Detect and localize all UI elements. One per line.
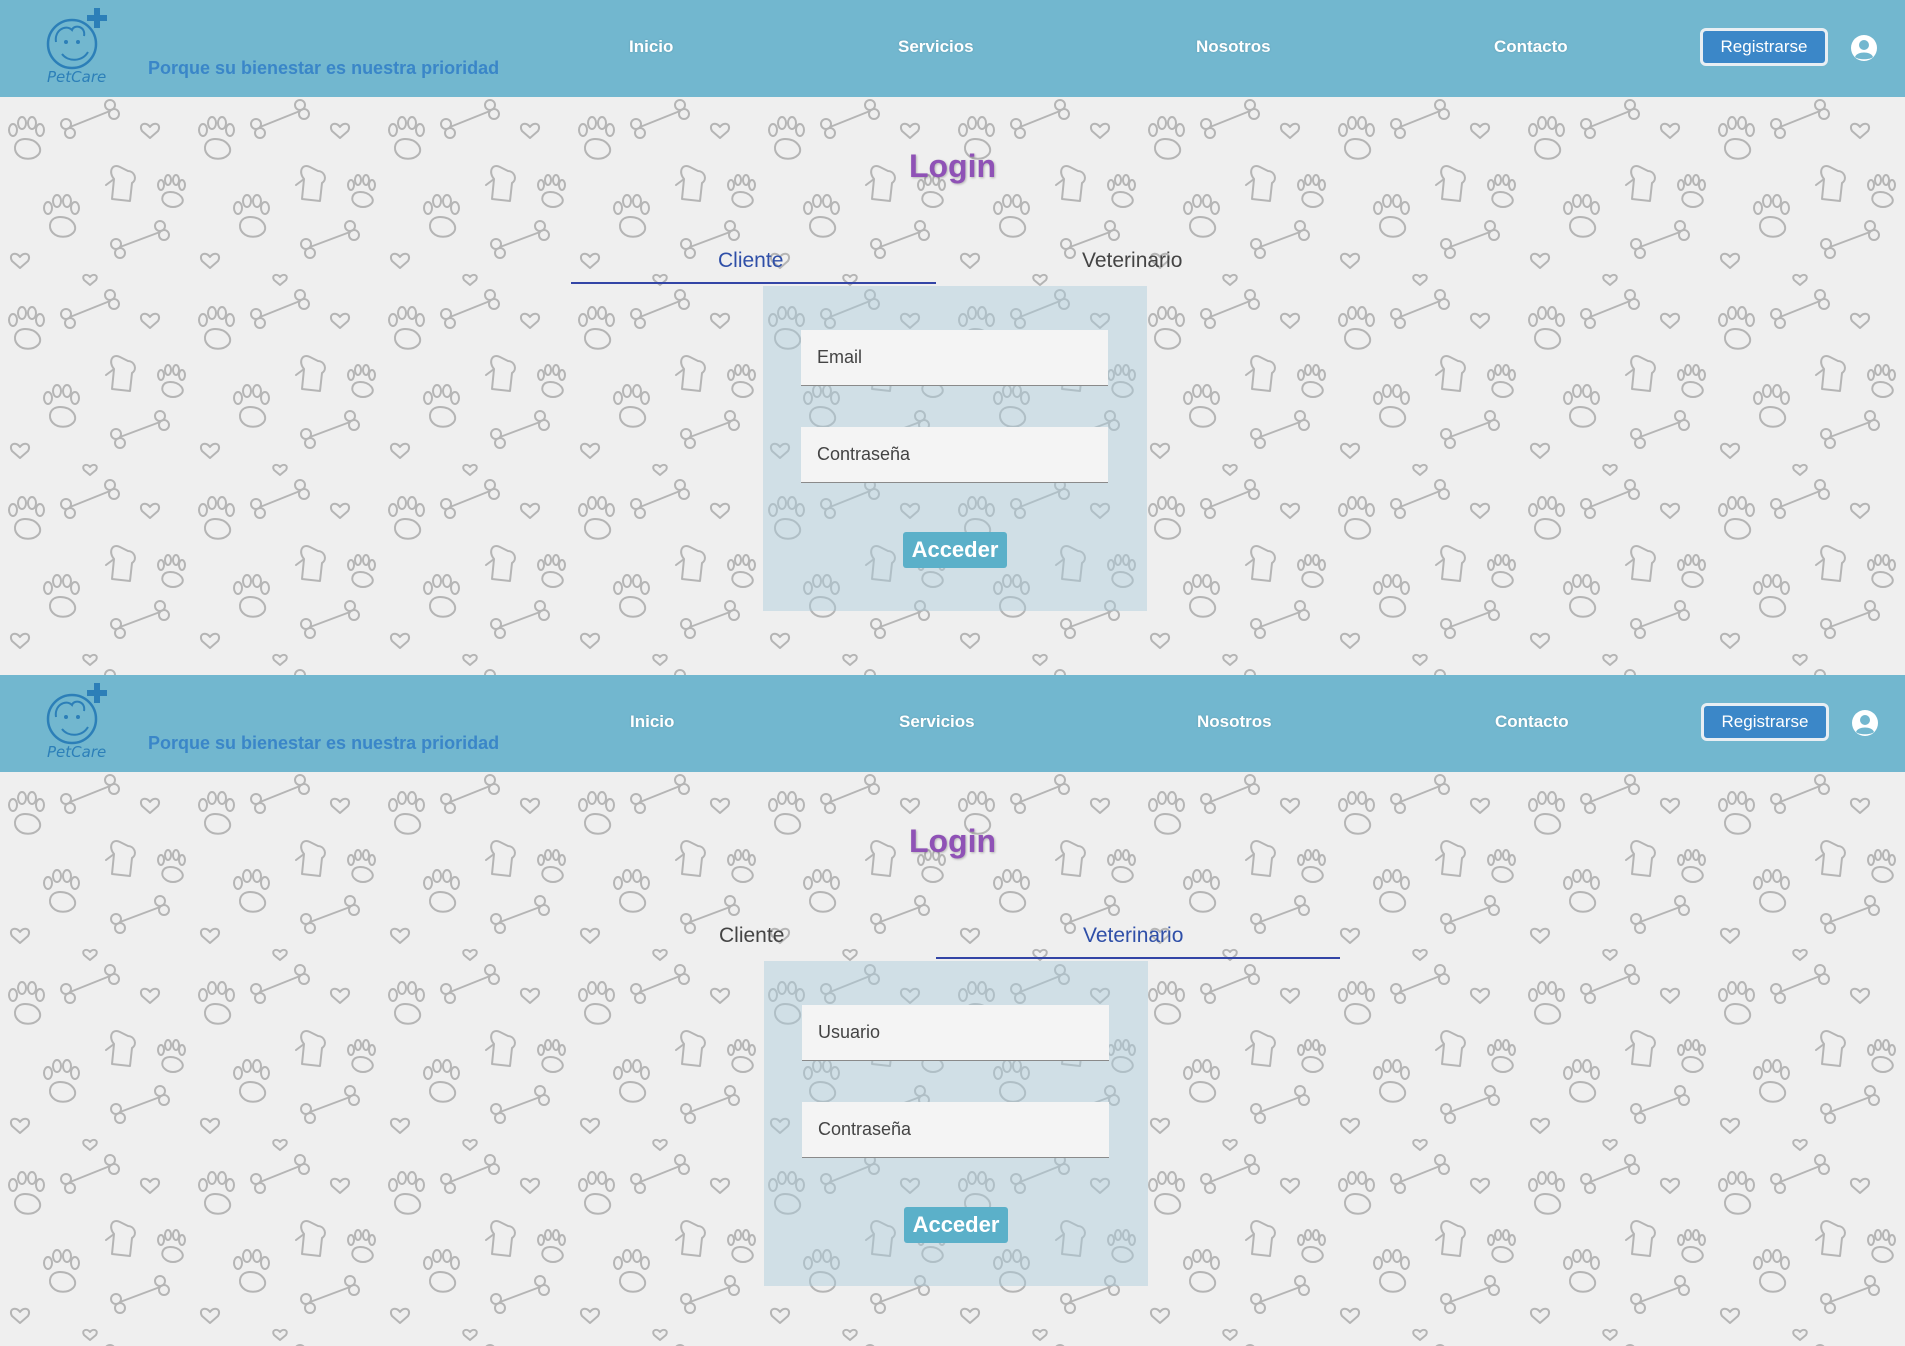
nav-inicio[interactable]: Inicio <box>629 37 673 57</box>
brand-tagline: Porque su bienestar es nuestra prioridad <box>148 733 500 753</box>
brand-name: PetCare <box>47 743 107 761</box>
tab-veterinario[interactable]: Veterinario <box>1082 249 1182 273</box>
login-form: Acceder <box>764 961 1148 1286</box>
page-title: Login <box>908 823 997 859</box>
page-title: Login <box>908 148 997 184</box>
login-form: Acceder <box>763 286 1147 611</box>
usuario-field[interactable] <box>802 1005 1109 1061</box>
email-field[interactable] <box>801 330 1108 386</box>
active-tab-indicator <box>571 282 936 284</box>
register-button[interactable]: Registrarse <box>1700 28 1828 66</box>
header: PetCare Porque su bienestar es nuestra p… <box>0 675 1905 772</box>
user-account-icon[interactable] <box>1851 709 1879 737</box>
acceder-button[interactable]: Acceder <box>904 1207 1008 1243</box>
header: PetCare Porque su bienestar es nuestra p… <box>0 0 1905 97</box>
brand-name: PetCare <box>47 68 107 86</box>
login-view-veterinario: PetCare Porque su bienestar es nuestra p… <box>0 675 1905 1346</box>
nav-contacto[interactable]: Contacto <box>1494 37 1568 57</box>
active-tab-indicator <box>936 957 1340 959</box>
nav-nosotros[interactable]: Nosotros <box>1197 712 1272 732</box>
password-field[interactable] <box>802 1102 1109 1158</box>
login-view-cliente: PetCare Porque su bienestar es nuestra p… <box>0 0 1905 675</box>
brand-tagline: Porque su bienestar es nuestra prioridad <box>148 58 500 78</box>
tab-veterinario[interactable]: Veterinario <box>1083 924 1183 948</box>
acceder-button[interactable]: Acceder <box>903 532 1007 568</box>
password-field[interactable] <box>801 427 1108 483</box>
register-button[interactable]: Registrarse <box>1701 703 1829 741</box>
user-account-icon[interactable] <box>1850 34 1878 62</box>
nav-servicios[interactable]: Servicios <box>899 712 975 732</box>
nav-servicios[interactable]: Servicios <box>898 37 974 57</box>
nav-contacto[interactable]: Contacto <box>1495 712 1569 732</box>
nav-nosotros[interactable]: Nosotros <box>1196 37 1271 57</box>
tab-cliente[interactable]: Cliente <box>718 249 783 273</box>
tab-cliente[interactable]: Cliente <box>719 924 784 948</box>
nav-inicio[interactable]: Inicio <box>630 712 674 732</box>
